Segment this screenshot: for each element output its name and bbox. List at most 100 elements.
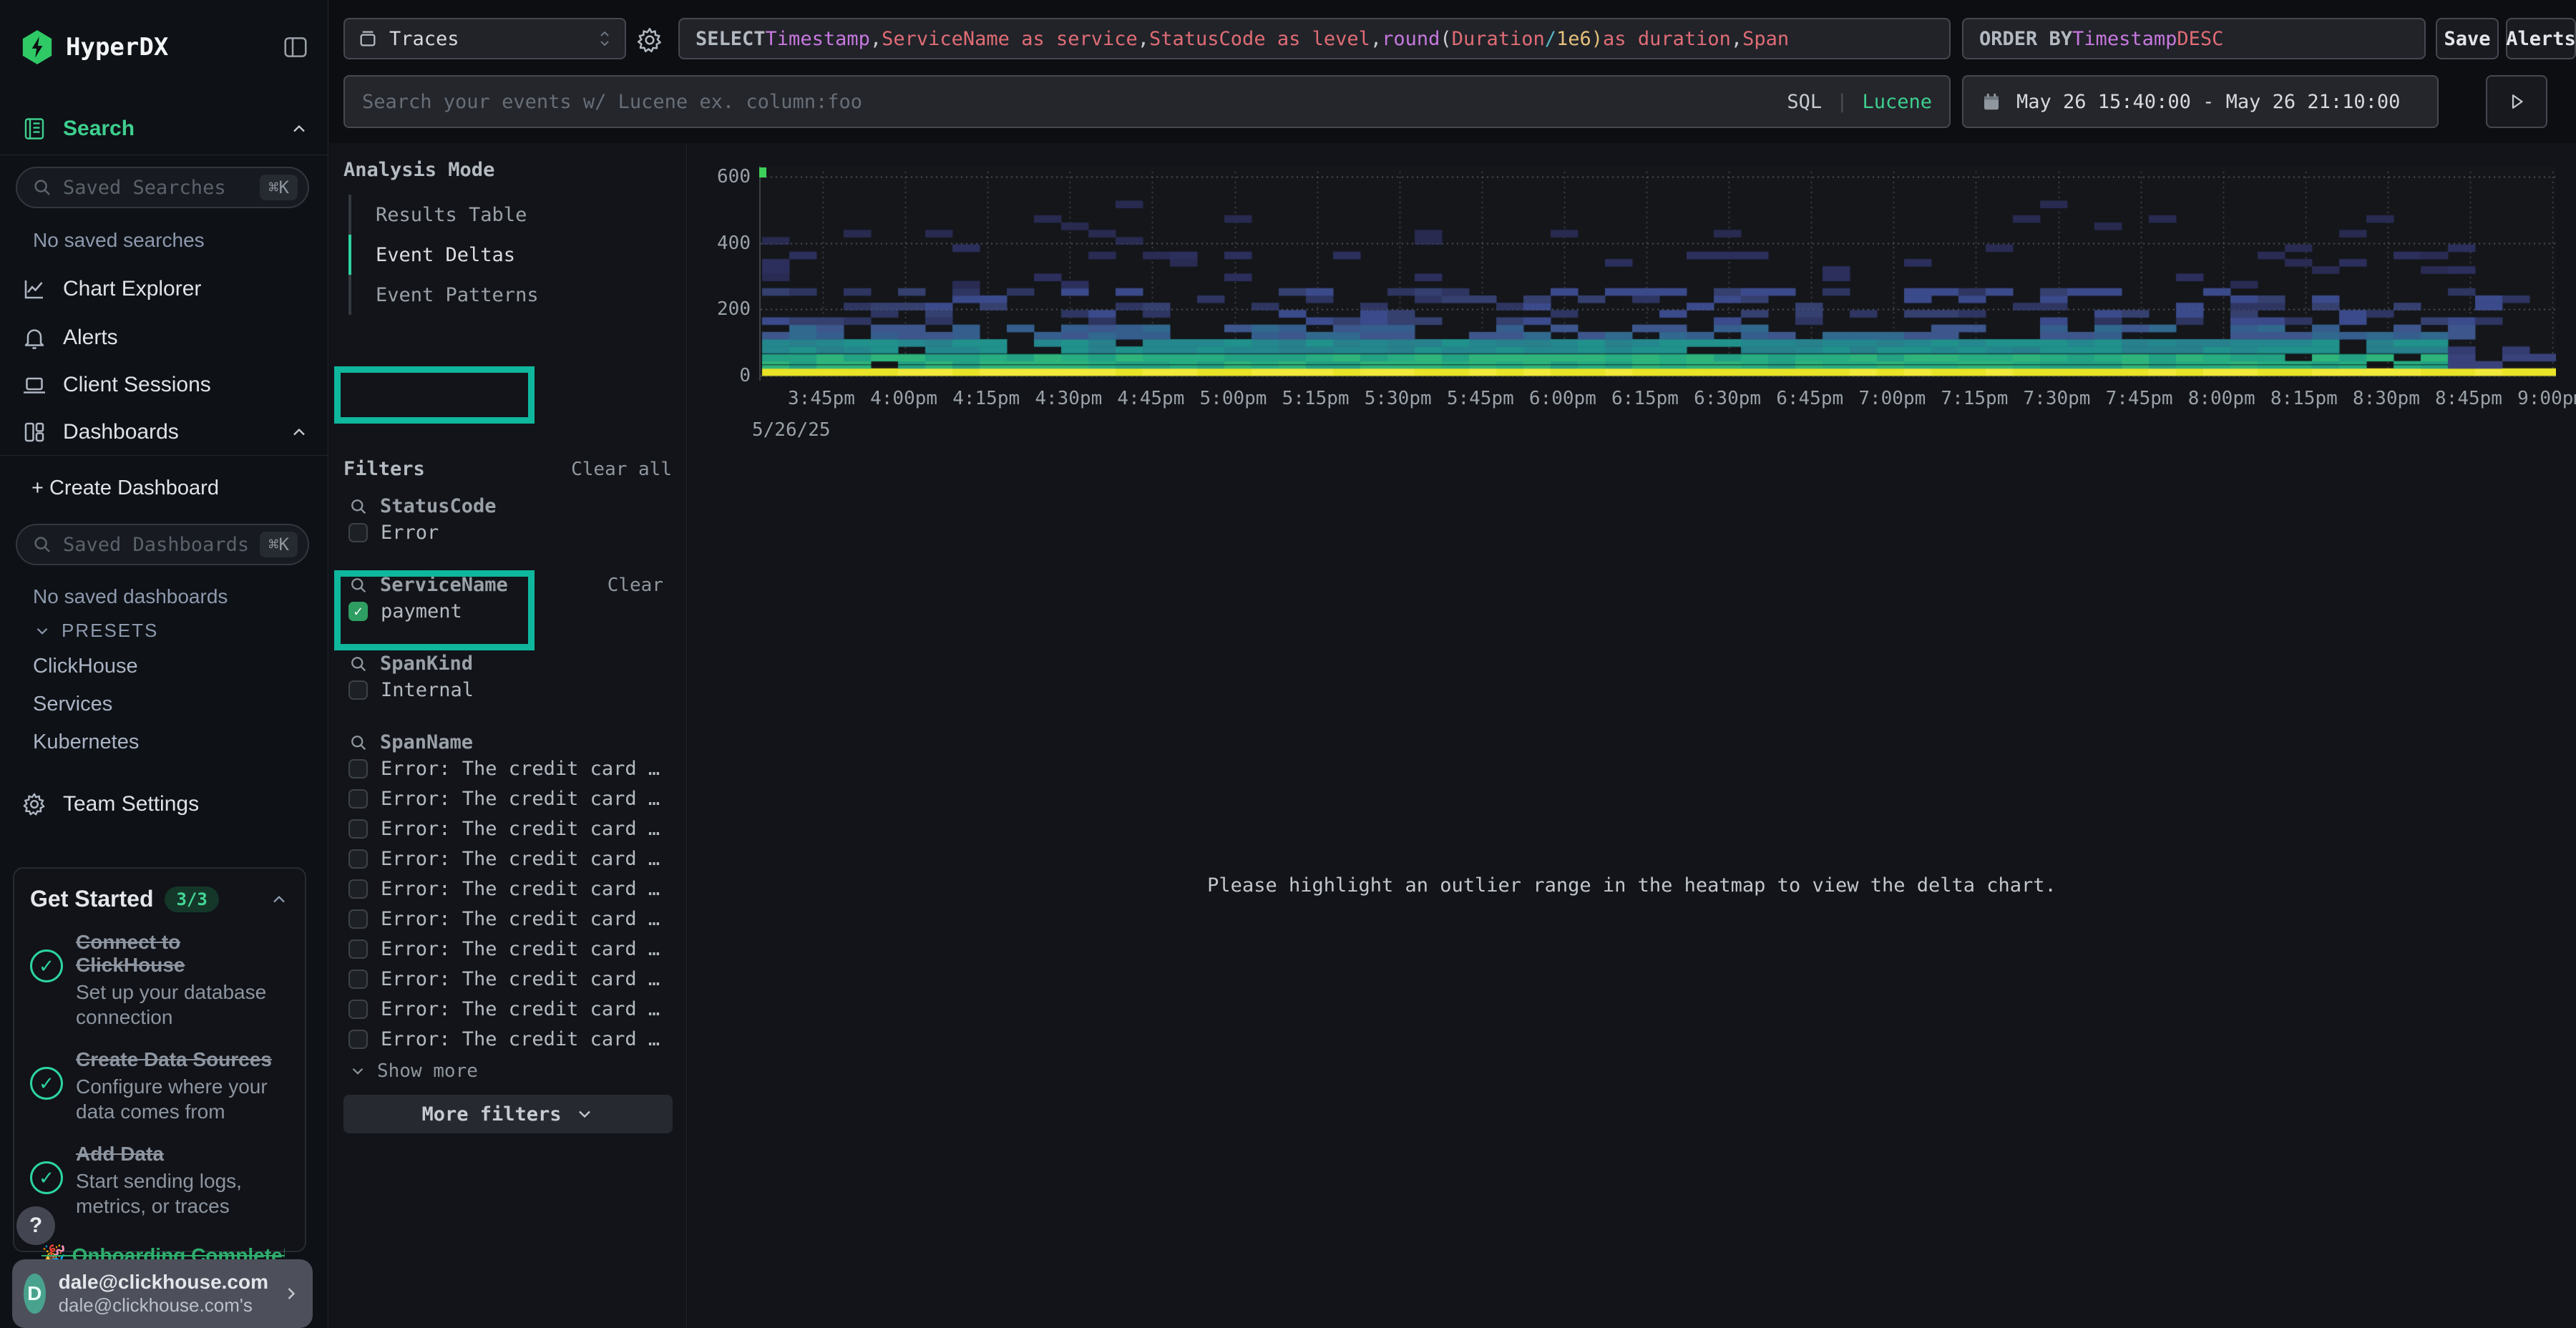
sidebar-collapse-icon[interactable] <box>282 34 309 61</box>
filter-option-label: Error: The credit card … <box>381 818 660 840</box>
lang-toggle-sql[interactable]: SQL <box>1787 91 1822 113</box>
search-icon[interactable] <box>348 497 369 517</box>
clear-all-link[interactable]: Clear all <box>571 459 672 480</box>
checkbox-unchecked[interactable] <box>348 789 368 809</box>
get-started-item[interactable]: ✓Connect to ClickHouseSet up your databa… <box>14 919 305 1037</box>
create-dashboard-button[interactable]: + Create Dashboard <box>21 469 309 507</box>
live-tail-button[interactable] <box>2486 75 2547 128</box>
duration-heatmap[interactable] <box>759 166 2556 381</box>
filter-group-name: SpanKind <box>380 653 473 675</box>
checkbox-unchecked[interactable] <box>348 849 368 869</box>
sql-token: , <box>1731 28 1742 50</box>
checkbox-unchecked[interactable] <box>348 939 368 959</box>
saved-searches-input[interactable]: Saved Searches ⌘K <box>16 167 309 208</box>
filter-option-spanname[interactable]: Error: The credit card … <box>348 1024 663 1054</box>
show-more-link[interactable]: Show more <box>348 1060 478 1082</box>
sql-token: 1e6 <box>1556 28 1591 50</box>
source-settings-gear-icon[interactable] <box>635 26 664 54</box>
save-button[interactable]: Save <box>2436 18 2499 59</box>
gear-icon <box>21 791 47 817</box>
tab-event-patterns[interactable]: Event Patterns <box>348 275 649 315</box>
filter-option-spanname[interactable]: Error: The credit card … <box>348 814 663 844</box>
checkbox-unchecked[interactable] <box>348 909 368 929</box>
show-more-label: Show more <box>377 1060 478 1082</box>
search-icon[interactable] <box>348 733 369 753</box>
chevron-down-icon <box>33 622 52 640</box>
order-by-editor[interactable]: ORDER BY Timestamp DESC <box>1962 18 2426 59</box>
checkbox-unchecked[interactable] <box>348 1000 368 1019</box>
preset-item[interactable]: Kubernetes <box>33 723 139 761</box>
select-updown-icon <box>596 28 613 49</box>
filter-option-error[interactable]: Error <box>348 517 663 547</box>
check-circle-icon: ✓ <box>30 1067 63 1100</box>
source-select[interactable]: Traces <box>343 18 626 59</box>
sidebar-item-chart-explorer[interactable]: Chart Explorer <box>21 270 309 308</box>
get-started-item-desc: Start sending logs, metrics, or traces <box>76 1168 291 1219</box>
x-tick-label: 7:15pm <box>1928 388 2021 409</box>
x-tick-label: 5:45pm <box>1434 388 1527 409</box>
chevron-up-icon[interactable] <box>269 889 289 909</box>
filter-option-internal[interactable]: Internal <box>348 675 663 705</box>
lang-toggle-lucene[interactable]: Lucene <box>1862 91 1932 113</box>
clear-link[interactable]: Clear <box>608 575 663 596</box>
alerts-button[interactable]: Alerts <box>2506 18 2576 59</box>
saved-searches-placeholder: Saved Searches <box>63 177 250 199</box>
preset-item[interactable]: ClickHouse <box>33 648 139 685</box>
x-tick-label: 4:30pm <box>1022 388 1115 409</box>
filter-group-spankind: SpanKind Internal <box>348 653 663 705</box>
checkbox-unchecked[interactable] <box>348 970 368 989</box>
search-icon[interactable] <box>348 575 369 595</box>
filter-option-spanname[interactable]: Error: The credit card … <box>348 874 663 904</box>
checkbox-unchecked[interactable] <box>348 819 368 839</box>
filter-option-label: Error: The credit card … <box>381 998 660 1020</box>
filter-option-spanname[interactable]: Error: The credit card … <box>348 844 663 874</box>
tab-results-table[interactable]: Results Table <box>348 195 649 235</box>
filter-option-spanname[interactable]: Error: The credit card … <box>348 904 663 934</box>
filter-option-spanname[interactable]: Error: The credit card … <box>348 994 663 1024</box>
date-range-picker[interactable]: May 26 15:40:00 - May 26 21:10:00 <box>1962 75 2439 128</box>
checkbox-unchecked[interactable] <box>348 879 368 899</box>
sidebar-item-client-sessions[interactable]: Client Sessions <box>21 366 309 404</box>
filter-option-spanname[interactable]: Error: The credit card … <box>348 753 663 783</box>
get-started-item[interactable]: ✓Create Data SourcesConfigure where your… <box>14 1037 305 1131</box>
user-card[interactable]: D dale@clickhouse.com dale@clickhouse.co… <box>12 1259 313 1328</box>
chevron-up-icon <box>289 119 309 139</box>
tab-event-deltas[interactable]: Event Deltas <box>348 235 649 275</box>
presets-toggle[interactable]: PRESETS <box>33 620 158 642</box>
more-filters-button[interactable]: More filters <box>343 1095 673 1133</box>
filter-option-label: Error: The credit card … <box>381 758 660 780</box>
checkbox-unchecked[interactable] <box>348 523 368 542</box>
sidebar: HyperDX Search Saved Searches ⌘K No save… <box>0 0 328 1328</box>
sidebar-item-search[interactable]: Search <box>21 110 309 147</box>
help-button[interactable]: ? <box>16 1206 55 1245</box>
check-circle-icon: ✓ <box>30 949 63 982</box>
filter-option-payment[interactable]: ✓ payment <box>348 596 663 626</box>
sql-select-editor[interactable]: SELECT Timestamp, ServiceName as service… <box>678 18 1951 59</box>
filter-option-label: Error: The credit card … <box>381 788 660 810</box>
x-tick-label: 4:15pm <box>940 388 1033 409</box>
get-started-item[interactable]: ✓Add DataStart sending logs, metrics, or… <box>14 1131 305 1226</box>
source-select-value: Traces <box>389 28 586 50</box>
checkbox-unchecked[interactable] <box>348 759 368 778</box>
search-icon[interactable] <box>348 654 369 674</box>
no-saved-dashboards-text: No saved dashboards <box>33 585 228 608</box>
sidebar-item-alerts[interactable]: Alerts <box>21 319 309 356</box>
filter-option-spanname[interactable]: Error: The credit card … <box>348 783 663 814</box>
x-tick-label: 9:00pm <box>2504 388 2576 409</box>
checkbox-unchecked[interactable] <box>348 680 368 700</box>
lucene-search-input[interactable]: Search your events w/ Lucene ex. column:… <box>343 75 1951 128</box>
checkbox-unchecked[interactable] <box>348 1030 368 1049</box>
filter-group-servicename: ServiceName Clear ✓ payment <box>348 574 663 626</box>
filter-option-label: Error: The credit card … <box>381 938 660 960</box>
sidebar-item-team-settings[interactable]: Team Settings <box>21 786 309 823</box>
preset-item[interactable]: Services <box>33 685 139 723</box>
saved-dashboards-input[interactable]: Saved Dashboards ⌘K <box>16 524 309 565</box>
x-tick-label: 7:45pm <box>2093 388 2186 409</box>
filter-option-spanname[interactable]: Error: The credit card … <box>348 964 663 994</box>
checkbox-checked[interactable]: ✓ <box>348 602 368 621</box>
filter-option-spanname[interactable]: Error: The credit card … <box>348 934 663 964</box>
avatar: D <box>24 1274 46 1314</box>
search-icon <box>31 534 53 555</box>
sidebar-item-dashboards[interactable]: Dashboards <box>21 414 309 451</box>
x-tick-label: 5:30pm <box>1352 388 1445 409</box>
